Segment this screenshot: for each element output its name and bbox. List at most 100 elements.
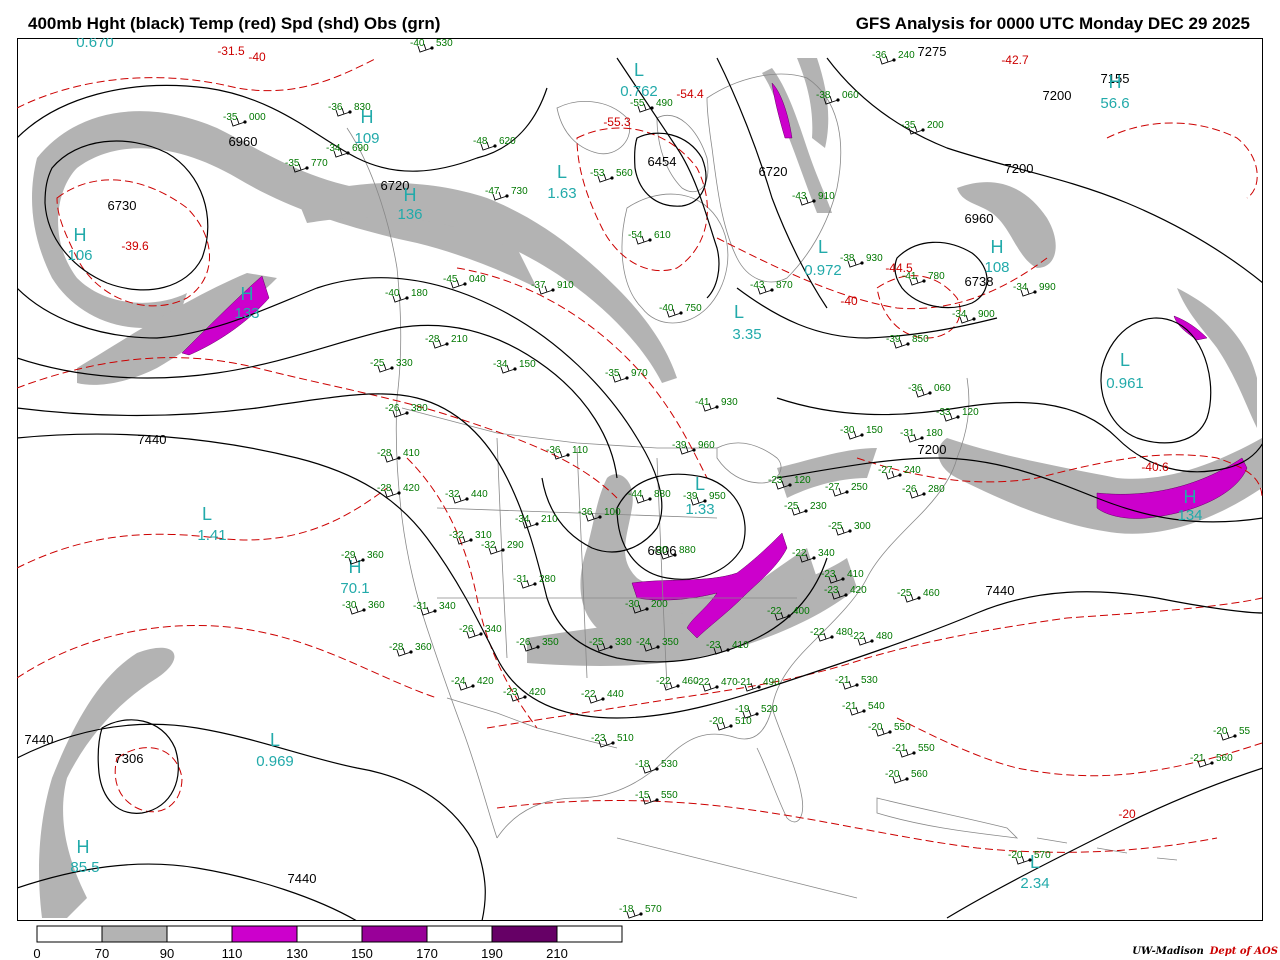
extrema-value: 106 — [67, 247, 92, 264]
obs-height: 250 — [851, 482, 868, 493]
obs-temp: -39 — [672, 440, 687, 451]
obs-temp: -33 — [936, 407, 951, 418]
obs-temp: -27 — [825, 482, 840, 493]
station-dot — [692, 448, 696, 452]
station-dot — [812, 199, 816, 203]
obs-height: 460 — [923, 588, 940, 599]
station-dot — [639, 912, 643, 916]
station-dot — [650, 106, 654, 110]
extrema-value: 1.63 — [547, 185, 576, 202]
obs-height: 290 — [507, 540, 524, 551]
station-dot — [844, 593, 848, 597]
swatch-0-70 — [36, 925, 103, 943]
swatch-190-210 — [491, 925, 558, 943]
temp-label: -54.4 — [676, 87, 704, 101]
height-label: 6960 — [965, 211, 994, 226]
station-dot — [656, 645, 660, 649]
obs-temp: -40 — [659, 303, 674, 314]
obs-temp: -26 — [385, 403, 400, 414]
station-dot — [610, 176, 614, 180]
extrema-value: 0.972 — [804, 262, 842, 279]
extrema-symbol: H — [991, 237, 1004, 257]
obs-height: 550 — [661, 790, 678, 801]
station-dot — [912, 751, 916, 755]
obs-height: 180 — [926, 428, 943, 439]
obs-height: 410 — [847, 569, 864, 580]
station-dot — [609, 645, 613, 649]
obs-temp: -26 — [459, 624, 474, 635]
obs-height: 530 — [661, 759, 678, 770]
obs-height: 570 — [645, 904, 662, 915]
obs-temp: -34 — [326, 143, 341, 154]
obs-height: 440 — [471, 489, 488, 500]
obs-height: 360 — [415, 642, 432, 653]
station-dot — [888, 730, 892, 734]
obs-height: 360 — [368, 600, 385, 611]
obs-height: 540 — [868, 701, 885, 712]
obs-height: 730 — [511, 186, 528, 197]
obs-temp: -21 — [737, 677, 752, 688]
extrema-symbol: L — [818, 237, 828, 257]
obs-height: 930 — [721, 397, 738, 408]
obs-temp: -54 — [628, 230, 643, 241]
obs-height: 110 — [572, 445, 588, 456]
obs-height: 510 — [617, 733, 634, 744]
height-label: 7200 — [1005, 161, 1034, 176]
station-dot — [479, 632, 483, 636]
obs-temp: -21 — [1190, 753, 1205, 764]
station-dot — [726, 648, 730, 652]
station-dot — [862, 709, 866, 713]
obs-temp: -30 — [625, 599, 640, 610]
colorbar-tick: 90 — [160, 946, 174, 960]
obs-temp: -15 — [635, 790, 650, 801]
obs-temp: -23 — [821, 569, 836, 580]
station-dot — [787, 614, 791, 618]
obs-temp: -24 — [451, 676, 466, 687]
station-dot — [848, 529, 852, 533]
station-dot — [928, 391, 932, 395]
obs-temp: -47 — [485, 186, 500, 197]
obs-height: 610 — [654, 230, 671, 241]
station-dot — [920, 436, 924, 440]
obs-temp: -22 — [850, 631, 865, 642]
obs-height: 560 — [616, 168, 633, 179]
obs-height: 340 — [439, 601, 456, 612]
height-label: 7440 — [986, 583, 1015, 598]
station-dot — [533, 582, 537, 586]
colorbar-tick: 110 — [222, 946, 243, 960]
obs-temp: -30 — [840, 425, 855, 436]
speed-colorbar: 0 70 90 110 130 150 170 190 210 — [33, 925, 623, 960]
station-dot — [648, 497, 652, 501]
obs-height: 180 — [411, 288, 428, 299]
obs-height: 880 — [679, 545, 696, 556]
height-label: 7200 — [918, 442, 947, 457]
height-label: 6454 — [648, 154, 677, 169]
obs-height: 200 — [651, 599, 668, 610]
obs-height: 350 — [542, 637, 559, 648]
obs-temp: -39 — [683, 491, 698, 502]
station-dot — [836, 98, 840, 102]
station-dot — [409, 650, 413, 654]
height-label: 7440 — [138, 432, 167, 447]
obs-height: 900 — [978, 309, 995, 320]
obs-temp: -25 — [370, 358, 385, 369]
extrema-value: 134 — [1177, 507, 1202, 524]
swatch-110-130 — [231, 925, 298, 943]
station-dot — [305, 166, 309, 170]
obs-height: 060 — [842, 90, 859, 101]
extrema-symbol: H — [404, 185, 417, 205]
obs-temp: -43 — [750, 280, 765, 291]
obs-temp: -36 — [908, 383, 923, 394]
obs-height: 480 — [876, 631, 893, 642]
obs-height: 510 — [735, 716, 752, 727]
extrema-value: 70.1 — [340, 580, 369, 597]
station-dot — [469, 538, 473, 542]
obs-temp: -44 — [628, 489, 643, 500]
station-dot — [921, 128, 925, 132]
obs-height: 340 — [818, 548, 835, 559]
station-dot — [1233, 734, 1237, 738]
obs-height: 230 — [810, 501, 827, 512]
extrema-symbol: H — [1109, 72, 1122, 92]
extrema-value: 133 — [234, 305, 259, 322]
obs-height: 410 — [403, 448, 420, 459]
